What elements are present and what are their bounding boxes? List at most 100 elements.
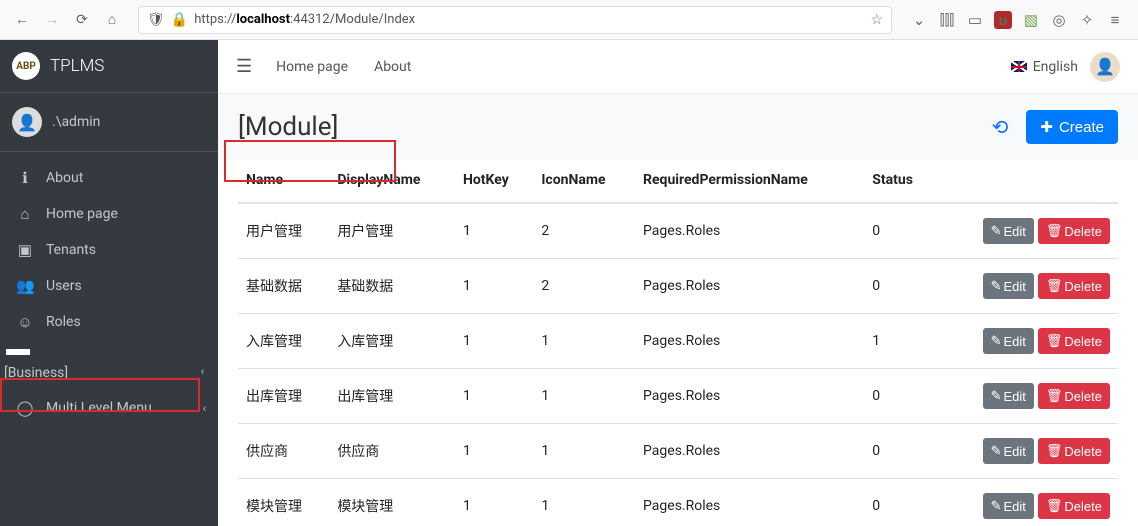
pencil-icon: ✎: [991, 498, 1002, 514]
edit-button[interactable]: ✎Edit: [983, 438, 1034, 464]
col-iconname[interactable]: IconName: [533, 160, 635, 203]
sidebar-item-tenants[interactable]: ▣ Tenants: [0, 232, 218, 268]
sidebar-item-label: About: [46, 170, 83, 186]
browser-toolbar: ← → ⟳ ⌂ 🛡 🔒 https://localhost:44312/Modu…: [0, 0, 1138, 40]
edit-label: Edit: [1004, 499, 1026, 514]
cell-displayname: 出库管理: [329, 369, 455, 424]
table-row: 用户管理用户管理12Pages.Roles0✎Edit🗑Delete: [238, 203, 1118, 259]
sidebar-user-row[interactable]: 👤 .\admin: [0, 93, 218, 152]
delete-label: Delete: [1064, 499, 1102, 514]
col-permission[interactable]: RequiredPermissionName: [635, 160, 864, 203]
delete-button[interactable]: 🗑Delete: [1038, 328, 1110, 354]
brand-row[interactable]: ABP TPLMS: [0, 40, 218, 93]
delete-button[interactable]: 🗑Delete: [1038, 273, 1110, 299]
home-button[interactable]: ⌂: [98, 6, 126, 34]
chevron-left-icon: ‹: [203, 402, 206, 415]
delete-button[interactable]: 🗑Delete: [1038, 438, 1110, 464]
sidebar-item-multi-level[interactable]: ◯ Multi Level Menu ‹: [0, 390, 218, 426]
delete-label: Delete: [1064, 224, 1102, 239]
sidebar-item-label: [Business]: [4, 365, 68, 381]
sidebar-item-users[interactable]: 👥 Users: [0, 268, 218, 304]
edit-button[interactable]: ✎Edit: [983, 328, 1034, 354]
edit-label: Edit: [1004, 444, 1026, 459]
delete-label: Delete: [1064, 389, 1102, 404]
back-button[interactable]: ←: [8, 6, 36, 34]
cell-displayname: 用户管理: [329, 203, 455, 259]
cell-actions: ✎Edit🗑Delete: [936, 424, 1118, 479]
refresh-icon[interactable]: ⟲: [992, 115, 1009, 139]
edit-label: Edit: [1004, 224, 1026, 239]
sidebar-item-home[interactable]: ⌂ Home page: [0, 196, 218, 232]
edit-button[interactable]: ✎Edit: [983, 273, 1034, 299]
cell-iconname: 1: [533, 369, 635, 424]
reload-button[interactable]: ⟳: [68, 6, 96, 34]
col-displayname[interactable]: DisplayName: [329, 160, 455, 203]
trash-icon: 🗑: [1046, 443, 1063, 459]
cell-hotkey: 1: [455, 424, 533, 479]
col-hotkey[interactable]: HotKey: [455, 160, 533, 203]
topbar-avatar[interactable]: 👤: [1090, 52, 1120, 82]
cell-displayname: 入库管理: [329, 314, 455, 369]
sidebar-item-business[interactable]: [Business] ‹: [0, 340, 218, 390]
reader-icon[interactable]: ▭: [966, 11, 984, 29]
forward-button[interactable]: →: [38, 6, 66, 34]
cell-permission: Pages.Roles: [635, 369, 864, 424]
delete-button[interactable]: 🗑Delete: [1038, 383, 1110, 409]
cell-status: 0: [864, 479, 936, 526]
create-button[interactable]: ✚ Create: [1026, 110, 1118, 144]
sidebar-item-roles[interactable]: ☺ Roles: [0, 304, 218, 340]
trash-icon: 🗑: [1046, 388, 1063, 404]
menu-toggle-icon[interactable]: ☰: [236, 56, 252, 77]
col-status[interactable]: Status: [864, 160, 936, 203]
users-icon: 👥: [16, 277, 34, 295]
circle-icon: ◯: [16, 399, 34, 417]
trash-icon: 🗑: [1046, 278, 1063, 294]
cell-displayname: 模块管理: [329, 479, 455, 526]
bookmark-star-icon[interactable]: ☆: [870, 12, 883, 28]
delete-button[interactable]: 🗑Delete: [1038, 493, 1110, 519]
cell-permission: Pages.Roles: [635, 479, 864, 526]
library-icon[interactable]: ⫿⫿⫿: [938, 11, 956, 29]
create-label: Create: [1059, 119, 1104, 136]
sidebar-item-label: Home page: [46, 206, 118, 222]
account-icon[interactable]: ◎: [1050, 11, 1068, 29]
extensions-icon[interactable]: ✧: [1078, 11, 1096, 29]
edit-button[interactable]: ✎Edit: [983, 493, 1034, 519]
trash-icon: 🗑: [1046, 333, 1063, 349]
cell-name: 出库管理: [238, 369, 329, 424]
page-header: [Module] ⟲ ✚ Create: [218, 94, 1138, 160]
edit-button[interactable]: ✎Edit: [983, 218, 1034, 244]
table-container: Name DisplayName HotKey IconName Require…: [218, 160, 1138, 526]
browser-extensions: ⌄ ⫿⫿⫿ ▭ u ▧ ◎ ✧ ≡: [904, 11, 1130, 29]
cell-permission: Pages.Roles: [635, 314, 864, 369]
cell-hotkey: 1: [455, 203, 533, 259]
table-row: 基础数据基础数据12Pages.Roles0✎Edit🗑Delete: [238, 259, 1118, 314]
building-icon: ▣: [16, 241, 34, 259]
cell-name: 用户管理: [238, 203, 329, 259]
shield-icon: 🛡: [147, 12, 165, 28]
cell-permission: Pages.Roles: [635, 424, 864, 479]
delete-label: Delete: [1064, 279, 1102, 294]
sidebar-nav: ℹ About ⌂ Home page ▣ Tenants 👥 Users ☺ …: [0, 152, 218, 434]
topbar-home-link[interactable]: Home page: [276, 59, 348, 75]
delete-button[interactable]: 🗑Delete: [1038, 218, 1110, 244]
url-bar[interactable]: 🛡 🔒 https://localhost:44312/Module/Index…: [138, 6, 892, 34]
cell-hotkey: 1: [455, 314, 533, 369]
cell-iconname: 2: [533, 259, 635, 314]
sidebar-item-about[interactable]: ℹ About: [0, 160, 218, 196]
edit-button[interactable]: ✎Edit: [983, 383, 1034, 409]
pocket-icon[interactable]: ⌄: [910, 11, 928, 29]
topbar-links: Home page About: [276, 59, 411, 75]
sidebar-item-label: Users: [46, 278, 82, 294]
cell-iconname: 2: [533, 203, 635, 259]
green-extension-icon[interactable]: ▧: [1022, 11, 1040, 29]
mask-icon: ☺: [16, 313, 34, 331]
language-selector[interactable]: English: [1011, 59, 1078, 75]
topbar-about-link[interactable]: About: [374, 59, 411, 75]
menu-icon[interactable]: ≡: [1106, 11, 1124, 29]
col-name[interactable]: Name: [238, 160, 329, 203]
ublock-icon[interactable]: u: [994, 11, 1012, 29]
lock-icon: 🔒: [171, 12, 188, 28]
cell-actions: ✎Edit🗑Delete: [936, 314, 1118, 369]
cell-status: 0: [864, 369, 936, 424]
